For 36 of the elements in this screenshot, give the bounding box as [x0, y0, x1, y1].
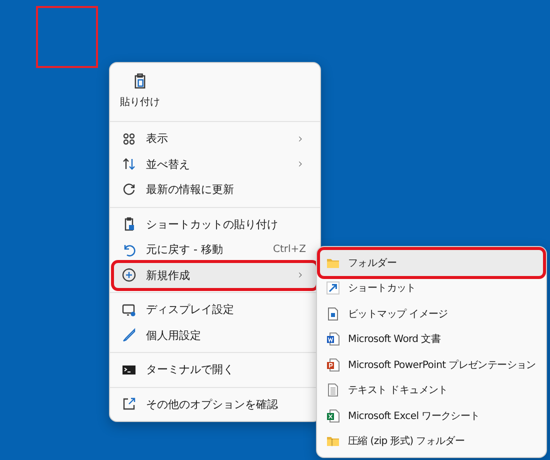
menu-item[interactable]: 最新の情報に更新: [114, 177, 316, 202]
refresh-icon: [122, 182, 136, 197]
paste-button[interactable]: 貼り付け: [118, 69, 162, 113]
menu-item[interactable]: 表示: [114, 126, 316, 152]
clipboard-icon: [132, 73, 148, 89]
plus-circle-icon: [122, 268, 136, 282]
menu-item[interactable]: ターミナルで開く: [114, 357, 316, 382]
sort-arrows-icon: [122, 157, 136, 172]
open-external-icon: [122, 397, 136, 412]
menu-item[interactable]: 圧縮 (zip 形式) フォルダー: [320, 428, 543, 454]
menu-item[interactable]: 並べ替え: [114, 152, 316, 177]
menu-item[interactable]: 元に戻す - 移動 Ctrl+Z: [114, 237, 316, 262]
menu-item[interactable]: ショートカット: [320, 276, 543, 301]
image-file-icon: [326, 306, 340, 321]
word-document-icon: [326, 332, 340, 346]
undo-icon: [122, 242, 136, 257]
grid-icon: [122, 132, 136, 146]
clipboard-shortcut-icon: [122, 217, 136, 232]
menu-item[interactable]: ディスプレイ設定: [114, 297, 316, 322]
zip-folder-icon: [326, 434, 340, 448]
menu-item[interactable]: その他のオプションを確認: [114, 392, 316, 417]
menu-item[interactable]: 個人用設定: [114, 322, 316, 348]
excel-document-icon: [326, 408, 340, 423]
menu-item[interactable]: 新規作成: [114, 262, 316, 288]
menu-item[interactable]: テキスト ドキュメント: [320, 378, 543, 403]
menu-item[interactable]: Microsoft Word 文書: [320, 326, 543, 352]
menu-item[interactable]: ビットマップ イメージ: [320, 301, 543, 326]
menu-item[interactable]: Microsoft PowerPoint プレゼンテーション: [320, 352, 543, 378]
text-document-icon: [326, 383, 340, 398]
menu-item[interactable]: フォルダー: [320, 250, 543, 276]
powerpoint-document-icon: [326, 358, 340, 372]
terminal-icon: [122, 362, 136, 377]
menu-item[interactable]: ショートカットの貼り付け: [114, 212, 316, 237]
shortcut-arrow-icon: [326, 281, 340, 296]
brush-icon: [122, 328, 136, 342]
menu-item[interactable]: Microsoft Excel ワークシート: [320, 403, 543, 428]
